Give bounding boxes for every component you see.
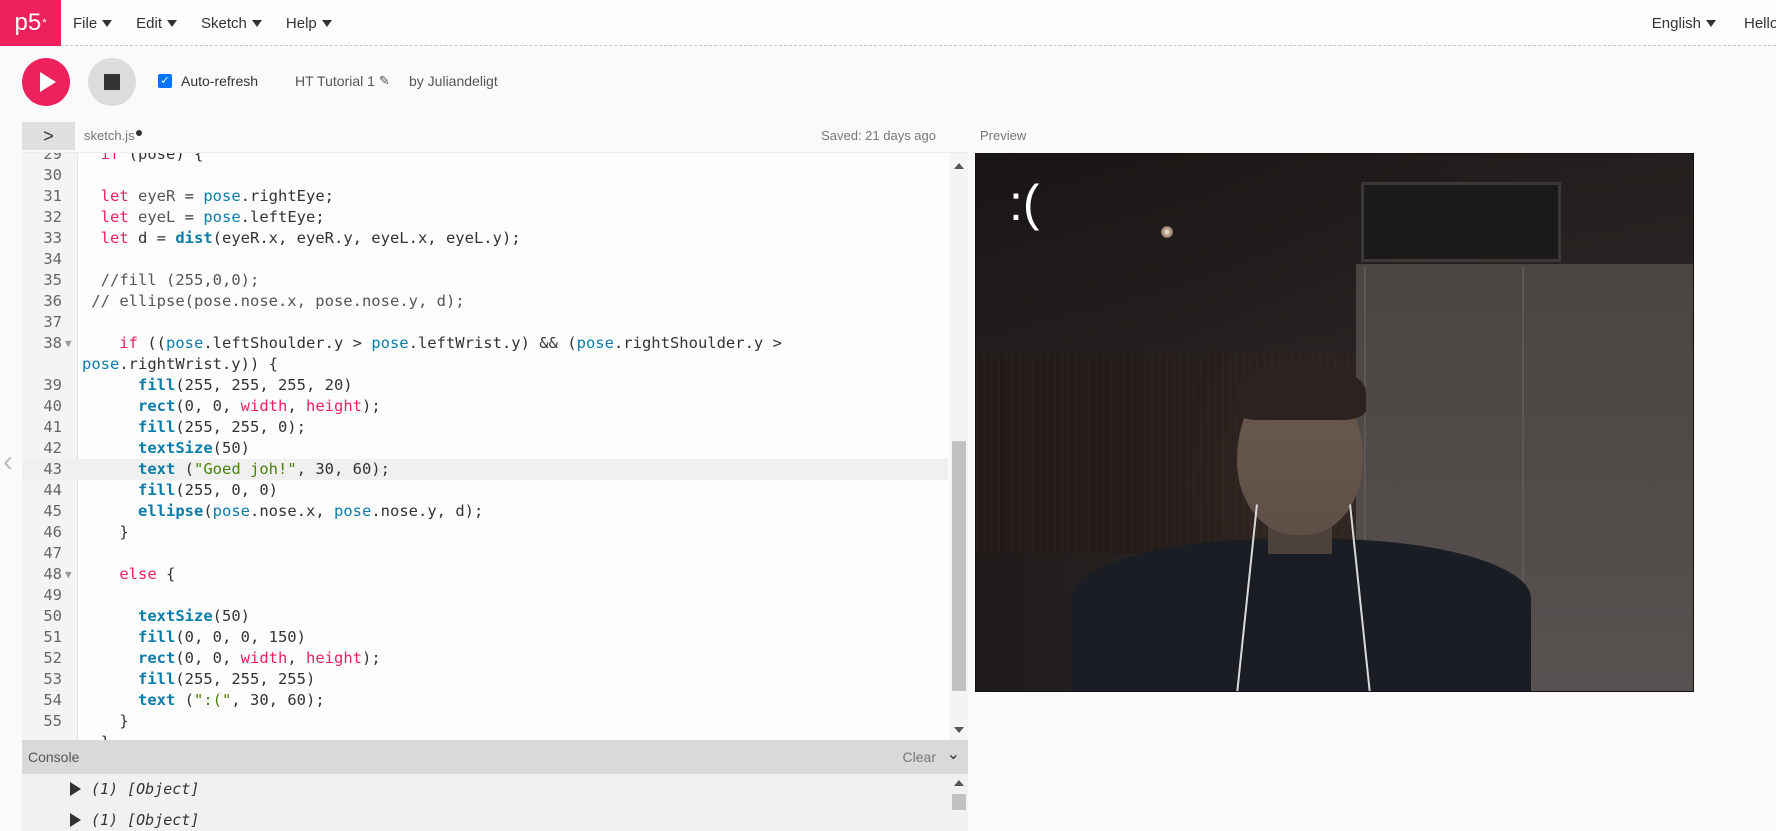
unsaved-dot-icon bbox=[135, 130, 142, 136]
caret-down-icon bbox=[1706, 19, 1716, 27]
file-tab[interactable]: sketch.js bbox=[84, 128, 142, 143]
project-name[interactable]: HT Tutorial 1 ✎ bbox=[295, 73, 390, 89]
preview-canvas[interactable]: :( bbox=[975, 153, 1694, 692]
console-scroll-thumb[interactable] bbox=[952, 794, 966, 810]
checkbox-checked-icon[interactable]: ✓ bbox=[158, 74, 172, 88]
code-line: 35 //fill (255,0,0); bbox=[43, 271, 260, 289]
code-line: 54 text (":(", 30, 60); bbox=[43, 691, 325, 709]
code-line: 47 bbox=[43, 544, 62, 562]
chevron-right-icon: > bbox=[43, 125, 54, 146]
console-entry[interactable]: (1) [Object] bbox=[70, 780, 199, 798]
console-scrollbar[interactable] bbox=[950, 774, 968, 831]
caret-down-icon bbox=[167, 19, 178, 27]
console-output: (1) [Object] (1) [Object] bbox=[22, 774, 968, 831]
code-line: 53 fill(255, 255, 255) bbox=[43, 670, 316, 688]
code-line: 38 ▼ if ((pose.leftShoulder.y > pose.left… bbox=[43, 334, 782, 352]
code-line: 46 } bbox=[43, 523, 129, 541]
scroll-up-icon[interactable] bbox=[954, 163, 964, 169]
saved-status: Saved: 21 days ago bbox=[821, 128, 936, 143]
code-line: 42 textSize(50) bbox=[43, 439, 250, 457]
code-line: 41 fill(255, 255, 0); bbox=[43, 418, 306, 436]
console-title: Console bbox=[28, 749, 80, 765]
scroll-down-icon[interactable] bbox=[954, 727, 964, 733]
code-line: 32 let eyeL = pose.leftEye; bbox=[43, 208, 325, 226]
auto-refresh-toggle[interactable]: ✓ Auto-refresh bbox=[158, 73, 258, 89]
preview-label: Preview bbox=[980, 128, 1027, 143]
code-line: 29 if (pose) { bbox=[43, 152, 204, 163]
user-greeting[interactable]: Hello bbox=[1744, 0, 1776, 46]
code-line-active: 43 text ("Goed joh!", 30, 60); bbox=[22, 459, 948, 480]
console-entry[interactable]: (1) [Object] bbox=[70, 811, 199, 829]
console-entry-count: (1) bbox=[91, 811, 119, 829]
code-line: pose.rightWrist.y)) { bbox=[82, 355, 278, 373]
menu-help-label: Help bbox=[285, 14, 317, 32]
canvas-overlay-text: :( bbox=[1009, 175, 1040, 231]
webcam-person-body bbox=[1071, 539, 1531, 691]
editor-header: > sketch.js Saved: 21 days ago bbox=[22, 122, 968, 152]
webcam-lamp bbox=[1161, 226, 1173, 238]
stop-button[interactable] bbox=[88, 58, 136, 106]
menu-file[interactable]: File bbox=[73, 14, 113, 32]
console-entry-count: (1) bbox=[91, 780, 119, 798]
code-line: 31 let eyeR = pose.rightEye; bbox=[43, 187, 334, 205]
code-line: 48 ▼ else { bbox=[43, 565, 176, 583]
menu-help[interactable]: Help bbox=[286, 15, 332, 32]
caret-down-icon bbox=[102, 19, 113, 27]
scroll-up-icon[interactable] bbox=[954, 780, 964, 786]
menu-edit[interactable]: Edit bbox=[136, 14, 178, 32]
language-label: English bbox=[1651, 14, 1701, 32]
code-line: 30 bbox=[43, 166, 62, 184]
file-tab-label: sketch.js bbox=[84, 128, 135, 143]
code-editor[interactable]: 29 if (pose) { 30 31 let eyeR = pose.rig… bbox=[22, 152, 968, 740]
code-line: 45 ellipse(pose.nose.x, pose.nose.y, d); bbox=[43, 502, 484, 520]
code-line: 50 textSize(50) bbox=[43, 607, 250, 625]
menu-sketch-label: Sketch bbox=[201, 14, 247, 32]
chevron-left-icon[interactable]: ‹ bbox=[3, 445, 13, 479]
expand-triangle-icon[interactable] bbox=[70, 782, 81, 796]
code-line: 55 } bbox=[43, 712, 129, 730]
expand-triangle-icon[interactable] bbox=[70, 813, 81, 827]
code-line: 37 bbox=[43, 313, 62, 331]
webcam-person-hair bbox=[1234, 364, 1366, 420]
logo-asterisk: * bbox=[42, 17, 47, 29]
menu-bar: File Edit Sketch Help bbox=[73, 0, 356, 46]
code-line: 34 bbox=[43, 250, 62, 268]
menu-edit-label: Edit bbox=[136, 14, 163, 32]
menu-file-label: File bbox=[73, 14, 98, 32]
code-line: 49 bbox=[43, 586, 62, 604]
caret-down-icon bbox=[251, 19, 262, 27]
play-icon bbox=[40, 72, 56, 92]
console-entry-text: [Object] bbox=[127, 811, 200, 829]
code-line: 40 rect(0, 0, width, height); bbox=[43, 397, 381, 415]
code-line: 52 rect(0, 0, width, height); bbox=[43, 649, 381, 667]
menu-sketch[interactable]: Sketch bbox=[201, 15, 262, 32]
top-nav: p5 * File Edit Sketch Help English Hello bbox=[0, 0, 1776, 46]
language-dropdown[interactable]: English bbox=[1652, 0, 1716, 46]
p5-logo[interactable]: p5 * bbox=[0, 0, 61, 46]
code-line: 44 fill(255, 0, 0) bbox=[43, 481, 278, 499]
console-entry-text: [Object] bbox=[127, 780, 200, 798]
stop-icon bbox=[104, 74, 120, 90]
code-line: } bbox=[22, 732, 948, 740]
toolbar: ✓ Auto-refresh HT Tutorial 1 ✎ by Juliand… bbox=[0, 46, 1776, 120]
play-button[interactable] bbox=[22, 58, 70, 106]
code-line: 33 let d = dist(eyeR.x, eyeR.y, eyeL.x, … bbox=[43, 229, 521, 247]
code-line: 39 fill(255, 255, 255, 20) bbox=[43, 376, 353, 394]
logo-text: p5 bbox=[14, 9, 42, 36]
console-clear-button[interactable]: Clear bbox=[903, 749, 936, 765]
sidebar-toggle-button[interactable]: > bbox=[22, 122, 75, 150]
caret-down-icon bbox=[321, 19, 332, 27]
auto-refresh-label: Auto-refresh bbox=[181, 73, 259, 89]
code-line: 51 fill(0, 0, 0, 150) bbox=[43, 628, 306, 646]
console-header: Console Clear ⌄ bbox=[22, 740, 968, 774]
project-author[interactable]: by Juliandeligt bbox=[409, 73, 498, 89]
pencil-icon[interactable]: ✎ bbox=[379, 73, 390, 89]
project-name-text: HT Tutorial 1 bbox=[295, 73, 375, 89]
code-line: 36 // ellipse(pose.nose.x, pose.nose.y, … bbox=[43, 292, 465, 310]
editor-scrollbar[interactable] bbox=[950, 153, 968, 740]
webcam-window bbox=[1361, 182, 1561, 262]
chevron-down-icon[interactable]: ⌄ bbox=[947, 744, 960, 764]
editor-scroll-thumb[interactable] bbox=[952, 441, 966, 691]
